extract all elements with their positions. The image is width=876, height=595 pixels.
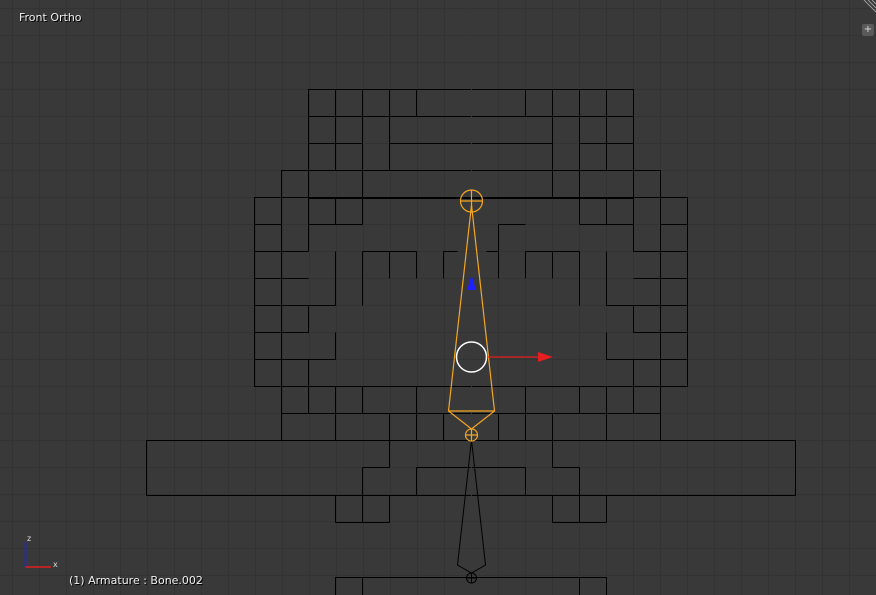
translate-manipulator-icon[interactable] [455, 275, 554, 373]
viewport-canvas[interactable]: z x [0, 0, 876, 595]
corner-resize-icon[interactable] [862, 0, 876, 14]
view-name-label: Front Ortho [19, 11, 82, 24]
3d-viewport[interactable]: z x Front Ortho (1) Armature : Bone.002 … [0, 0, 876, 595]
axis-label-x: x [53, 560, 58, 569]
axis-gizmo-icon: z x [24, 534, 58, 569]
active-object-info: (1) Armature : Bone.002 [69, 574, 203, 587]
plus-icon[interactable]: + [862, 24, 874, 36]
axis-label-z: z [27, 534, 31, 543]
